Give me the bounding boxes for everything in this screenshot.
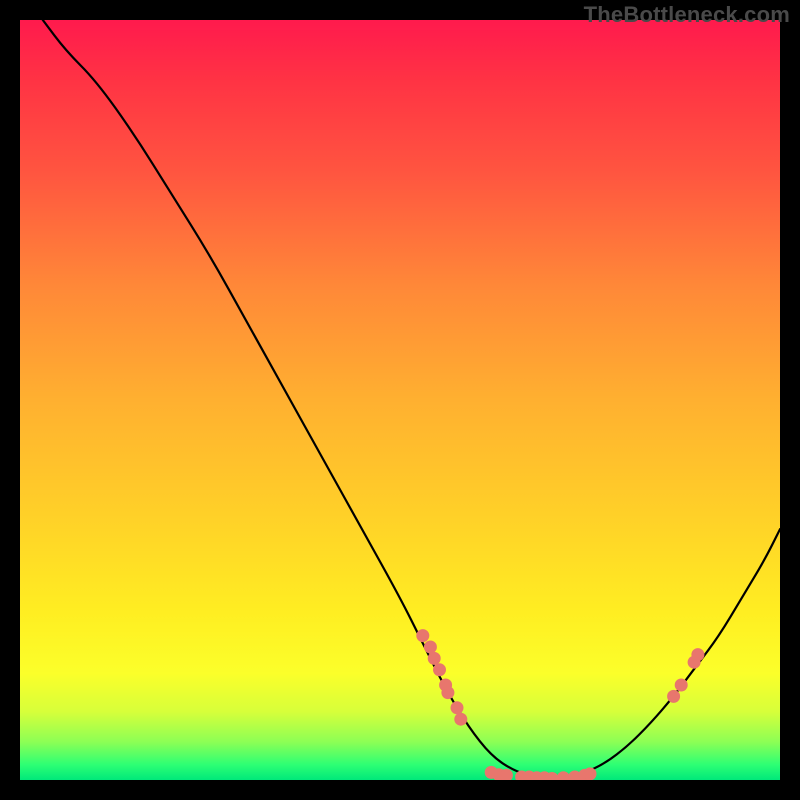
watermark-text: TheBottleneck.com <box>584 2 790 28</box>
chart-svg <box>20 20 780 780</box>
data-marker <box>667 690 680 703</box>
data-marker <box>424 641 437 654</box>
data-marker <box>433 663 446 676</box>
data-marker <box>675 679 688 692</box>
data-marker <box>416 629 429 642</box>
data-marker <box>441 686 454 699</box>
chart-plot-area <box>20 20 780 780</box>
data-marker <box>428 652 441 665</box>
data-marker <box>584 767 597 780</box>
data-marker <box>691 648 704 661</box>
data-marker <box>454 713 467 726</box>
data-marker <box>451 701 464 714</box>
data-markers-group <box>416 629 704 780</box>
data-marker <box>557 771 570 780</box>
bottleneck-curve <box>43 20 780 778</box>
